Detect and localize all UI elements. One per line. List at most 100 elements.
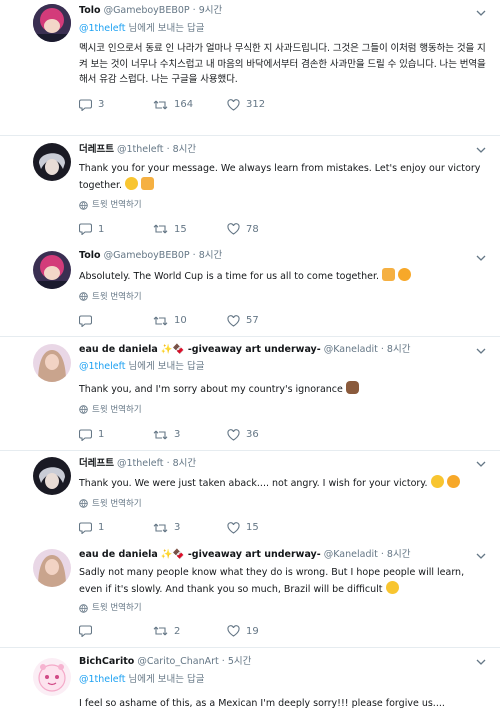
- user-handle[interactable]: @Carito_ChanArt: [137, 656, 218, 667]
- retweet-count: 3: [174, 522, 181, 533]
- timestamp[interactable]: · 8시간: [381, 344, 411, 355]
- tweet[interactable]: eau de daniela ✨🍫 -giveaway art underway…: [0, 338, 500, 451]
- avatar[interactable]: [33, 143, 71, 181]
- reply-button[interactable]: [79, 314, 153, 327]
- like-button[interactable]: 312: [227, 98, 301, 111]
- avatar[interactable]: [33, 457, 71, 495]
- display-name[interactable]: Tolo: [79, 250, 101, 261]
- chevron-down-icon[interactable]: [476, 553, 486, 560]
- retweet-count: 10: [174, 315, 187, 326]
- tweet-text-content: Thank you. We were just taken aback.... …: [79, 478, 428, 489]
- chevron-down-icon[interactable]: [476, 255, 486, 262]
- translate-label: 트윗 번역하기: [92, 404, 142, 415]
- chevron-down-icon[interactable]: [476, 659, 486, 666]
- like-button[interactable]: 36: [227, 428, 301, 441]
- timestamp[interactable]: · 8시간: [167, 458, 197, 469]
- globe-icon: [79, 292, 88, 301]
- chevron-down-icon[interactable]: [476, 147, 486, 154]
- chevron-down-icon[interactable]: [476, 461, 486, 468]
- like-icon: [227, 521, 240, 534]
- retweet-button[interactable]: 164: [153, 99, 227, 111]
- tweet-header: BichCarito @Carito_ChanArt · 5시간: [79, 655, 486, 668]
- clap-emoji-icon: [141, 176, 155, 190]
- user-handle[interactable]: @1theleft: [117, 144, 164, 155]
- user-handle[interactable]: @Kaneladit: [324, 344, 378, 355]
- translate-tweet-link[interactable]: 트윗 번역하기: [79, 498, 486, 510]
- tweet-actions: 3 164 312: [79, 98, 486, 111]
- like-button[interactable]: 57: [227, 314, 301, 327]
- tweet[interactable]: 더레프트 @1theleft · 8시간 Thank you for your …: [0, 137, 500, 241]
- avatar[interactable]: [33, 549, 71, 587]
- display-name[interactable]: BichCarito: [79, 656, 134, 667]
- mention-link[interactable]: @1theleft: [79, 674, 126, 685]
- display-name[interactable]: 더레프트: [79, 144, 114, 155]
- avatar[interactable]: [33, 251, 71, 289]
- tweet-actions: 1 3 15: [79, 521, 486, 534]
- retweet-button[interactable]: 15: [153, 223, 227, 235]
- retweet-button[interactable]: 10: [153, 315, 227, 327]
- tweet-text: I feel so ashame of this, as a Mexican I…: [79, 698, 445, 709]
- user-handle[interactable]: @Kaneladit: [324, 549, 378, 560]
- user-handle[interactable]: @1theleft: [117, 458, 164, 469]
- retweet-button[interactable]: 3: [153, 429, 227, 441]
- like-button[interactable]: 19: [227, 625, 301, 637]
- avatar[interactable]: [33, 658, 71, 696]
- tweet[interactable]: Tolo @GameboyBEB0P · 9시간 @1theleft 님에게 보…: [0, 0, 500, 136]
- retweet-button[interactable]: 2: [153, 625, 227, 637]
- tweet[interactable]: Tolo @GameboyBEB0P · 8시간 Absolutely. The…: [0, 241, 500, 337]
- translate-tweet-link[interactable]: 트윗 번역하기: [79, 404, 486, 416]
- like-count: 19: [246, 625, 259, 637]
- mention-link[interactable]: @1theleft: [79, 23, 126, 34]
- translate-label: 트윗 번역하기: [92, 498, 142, 509]
- reply-button[interactable]: [79, 625, 153, 637]
- display-name[interactable]: Tolo: [79, 5, 101, 16]
- translate-label: 트윗 번역하기: [92, 603, 142, 613]
- tweet-text-content: Thank you, and I'm sorry about my countr…: [79, 384, 343, 395]
- display-name[interactable]: eau de daniela: [79, 344, 158, 355]
- retweet-icon: [153, 316, 168, 325]
- like-icon: [227, 625, 240, 637]
- timestamp[interactable]: · 8시간: [167, 144, 197, 155]
- mention-link[interactable]: @1theleft: [79, 361, 126, 372]
- tweet-header: eau de daniela ✨🍫 -giveaway art underway…: [79, 343, 486, 356]
- retweet-icon: [153, 626, 168, 636]
- like-icon: [227, 98, 240, 111]
- tweet[interactable]: BichCarito @Carito_ChanArt · 5시간 @1thele…: [0, 649, 500, 720]
- retweet-count: 15: [174, 223, 187, 235]
- avatar[interactable]: [33, 4, 71, 42]
- display-name[interactable]: 더레프트: [79, 458, 114, 469]
- like-count: 312: [246, 99, 266, 110]
- retweet-icon: [153, 224, 168, 234]
- timestamp[interactable]: · 5시간: [222, 656, 252, 667]
- like-button[interactable]: 78: [227, 223, 301, 235]
- reply-button[interactable]: 3: [79, 98, 153, 111]
- timestamp[interactable]: · 8시간: [381, 549, 411, 560]
- avatar[interactable]: [33, 344, 71, 382]
- user-handle[interactable]: @GameboyBEB0P: [104, 5, 190, 16]
- reply-context-text: 님에게 보내는 답글: [125, 23, 205, 34]
- user-handle[interactable]: @GameboyBEB0P: [104, 250, 190, 261]
- reply-button[interactable]: 1: [79, 521, 153, 534]
- chevron-down-icon[interactable]: [476, 348, 486, 355]
- timestamp[interactable]: · 9시간: [193, 5, 223, 16]
- timestamp[interactable]: · 8시간: [193, 250, 223, 261]
- translate-tweet-link[interactable]: 트윗 번역하기: [79, 602, 486, 614]
- tweet-text-content: Absolutely. The World Cup is a time for …: [79, 271, 379, 282]
- tweet-text: Thank you for your message. We always le…: [79, 161, 486, 193]
- tweet-text: Thank you, and I'm sorry about my countr…: [79, 381, 486, 398]
- tweet[interactable]: eau de daniela ✨🍫 -giveaway art underway…: [0, 543, 500, 648]
- retweet-icon: [153, 100, 168, 109]
- display-name[interactable]: eau de daniela: [79, 549, 158, 560]
- tweet[interactable]: 더레프트 @1theleft · 8시간 Thank you. We were …: [0, 451, 500, 543]
- tweet-actions: 2 19: [79, 625, 486, 637]
- reply-button[interactable]: 1: [79, 428, 153, 441]
- translate-tweet-link[interactable]: 트윗 번역하기: [79, 291, 486, 303]
- like-button[interactable]: 15: [227, 521, 301, 534]
- globe-icon: [79, 603, 88, 613]
- translate-tweet-link[interactable]: 트윗 번역하기: [79, 199, 486, 211]
- reply-button[interactable]: 1: [79, 223, 153, 235]
- retweet-button[interactable]: 3: [153, 522, 227, 534]
- chevron-down-icon[interactable]: [476, 10, 486, 17]
- tweet-actions: 10 57: [79, 314, 486, 327]
- reply-context: @1theleft 님에게 보내는 답글: [79, 22, 486, 35]
